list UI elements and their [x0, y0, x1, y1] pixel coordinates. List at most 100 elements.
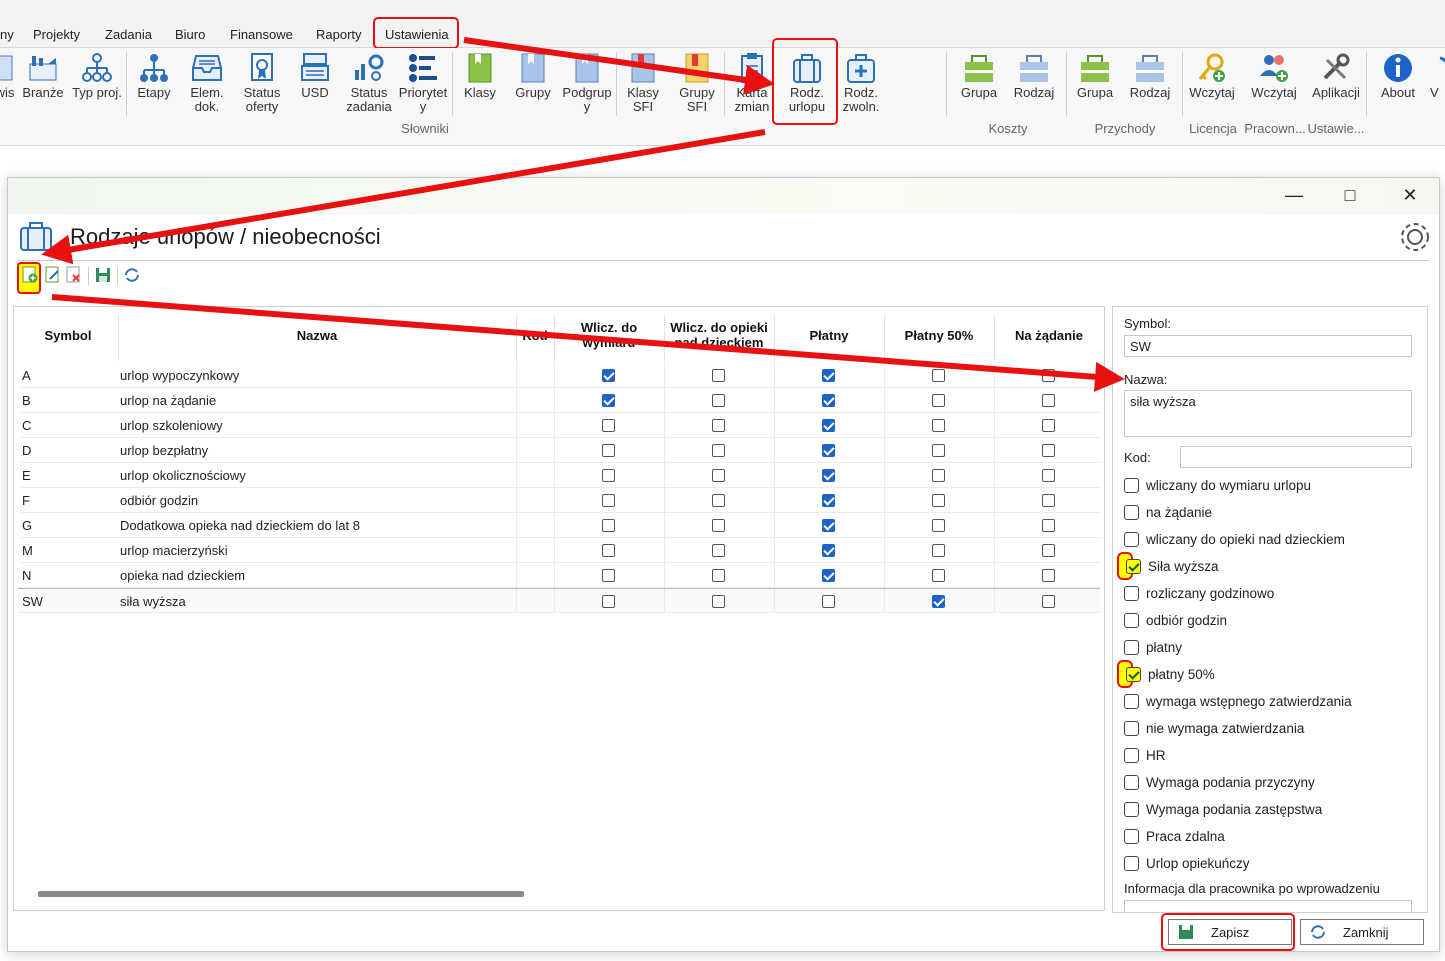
checkbox-box[interactable]	[1124, 478, 1139, 493]
close-icon[interactable]: ✕	[1400, 186, 1420, 206]
row-checkbox[interactable]	[602, 444, 615, 457]
row-checkbox[interactable]	[822, 369, 835, 382]
option-checkbox[interactable]: płatny 50%	[1117, 660, 1215, 688]
row-checkbox[interactable]	[712, 444, 725, 457]
table-row[interactable]: Durlop bezpłatny	[18, 438, 1100, 463]
checkbox-box[interactable]	[1124, 694, 1139, 709]
ribbon-button-wis[interactable]: wis	[0, 50, 16, 120]
row-checkbox[interactable]	[712, 469, 725, 482]
menu-item-raporty[interactable]: Raporty	[316, 27, 362, 42]
row-checkbox[interactable]	[602, 494, 615, 507]
row-checkbox[interactable]	[712, 519, 725, 532]
ribbon-button-aplikacji[interactable]: Aplikacji	[1306, 50, 1366, 120]
row-checkbox[interactable]	[822, 444, 835, 457]
table-row[interactable]: SW siła wyższa	[18, 588, 1100, 613]
row-checkbox[interactable]	[932, 444, 945, 457]
save-icon[interactable]	[94, 266, 112, 284]
row-checkbox[interactable]	[712, 595, 725, 608]
row-checkbox[interactable]	[602, 394, 615, 407]
minimize-icon[interactable]: —	[1284, 186, 1304, 206]
edit-record-icon[interactable]	[44, 266, 62, 284]
row-checkbox[interactable]	[1042, 444, 1055, 457]
column-header-platny-50[interactable]: Płatny 50%	[884, 311, 994, 359]
ribbon-button-klasy-sfi[interactable]: Klasy SFI	[620, 50, 666, 120]
column-header-wlicz-wymiaru[interactable]: Wlicz. do wymiaru	[554, 311, 664, 359]
ribbon-button-podgrupy[interactable]: Podgrup y	[560, 50, 614, 120]
ribbon-button-about[interactable]: About	[1372, 50, 1424, 120]
checkbox-box[interactable]	[1126, 559, 1141, 574]
checkbox-box[interactable]	[1124, 586, 1139, 601]
row-checkbox[interactable]	[932, 369, 945, 382]
maximize-icon[interactable]: □	[1340, 186, 1360, 206]
info-field[interactable]	[1124, 900, 1412, 912]
row-checkbox[interactable]	[712, 569, 725, 582]
checkbox-box[interactable]	[1124, 748, 1139, 763]
column-header-platny[interactable]: Płatny	[774, 311, 884, 359]
row-checkbox[interactable]	[1042, 595, 1055, 608]
row-checkbox[interactable]	[1042, 519, 1055, 532]
ribbon-button-grupy[interactable]: Grupy	[510, 50, 556, 120]
refresh-icon[interactable]	[123, 266, 141, 284]
row-checkbox[interactable]	[822, 494, 835, 507]
row-checkbox[interactable]	[1042, 544, 1055, 557]
menu-item-finansowe[interactable]: Finansowe	[230, 27, 293, 42]
checkbox-box[interactable]	[1124, 721, 1139, 736]
column-header-wlicz-opieki[interactable]: Wlicz. do opieki nad dzieckiem	[664, 311, 774, 359]
ribbon-button-koszty-grupa[interactable]: Grupa	[954, 50, 1004, 120]
column-header-nazwa[interactable]: Nazwa	[118, 311, 516, 359]
checkbox-box[interactable]	[1124, 775, 1139, 790]
checkbox-box[interactable]	[1124, 532, 1139, 547]
table-row[interactable]: Aurlop wypoczynkowy	[18, 363, 1100, 388]
ribbon-button-elem-dok[interactable]: Elem. dok.	[184, 50, 230, 120]
menu-item-zadania[interactable]: Zadania	[105, 27, 152, 42]
row-checkbox[interactable]	[602, 419, 615, 432]
close-button[interactable]: Zamknij	[1300, 919, 1424, 945]
ribbon-button-grupy-sfi[interactable]: Grupy SFI	[674, 50, 720, 120]
table-row[interactable]: G Dodatkowa opieka nad dzieckiem do lat 8	[18, 513, 1100, 538]
row-checkbox[interactable]	[822, 419, 835, 432]
menu-item-partial[interactable]: ny	[0, 27, 14, 42]
row-checkbox[interactable]	[822, 544, 835, 557]
column-header-kod[interactable]: Kod	[516, 311, 554, 359]
checkbox-box[interactable]	[1124, 613, 1139, 628]
row-checkbox[interactable]	[1042, 569, 1055, 582]
row-checkbox[interactable]	[932, 519, 945, 532]
ribbon-button-priorytety[interactable]: Priorytet y	[398, 50, 448, 120]
ribbon-button-status-zadania[interactable]: Status zadania	[344, 50, 394, 120]
ribbon-button-typ-proj[interactable]: Typ proj.	[70, 50, 124, 120]
delete-record-icon[interactable]	[65, 266, 83, 284]
column-header-na-zadanie[interactable]: Na żądanie	[994, 311, 1104, 359]
symbol-field[interactable]: SW	[1124, 335, 1412, 357]
ribbon-button-branze[interactable]: Branże	[20, 50, 66, 120]
row-checkbox[interactable]	[712, 394, 725, 407]
row-checkbox[interactable]	[932, 419, 945, 432]
row-checkbox[interactable]	[822, 469, 835, 482]
ribbon-button-usd[interactable]: USD	[292, 50, 338, 120]
table-row[interactable]: Burlop na żądanie	[18, 388, 1100, 413]
checkbox-box[interactable]	[1124, 505, 1139, 520]
add-record-icon[interactable]	[21, 266, 39, 284]
kod-field[interactable]	[1180, 446, 1412, 468]
row-checkbox[interactable]	[712, 544, 725, 557]
menu-item-projekty[interactable]: Projekty	[33, 27, 80, 42]
ribbon-button-pracown-wczytaj[interactable]: Wczytaj	[1246, 50, 1302, 120]
ribbon-button-przychody-grupa[interactable]: Grupa	[1070, 50, 1120, 120]
ribbon-button-status-oferty[interactable]: Status oferty	[238, 50, 286, 120]
row-checkbox[interactable]	[602, 595, 615, 608]
row-checkbox[interactable]	[932, 394, 945, 407]
row-checkbox[interactable]	[1042, 369, 1055, 382]
row-checkbox[interactable]	[602, 469, 615, 482]
column-header-symbol[interactable]: Symbol	[18, 311, 118, 359]
table-row[interactable]: Eurlop okolicznościowy	[18, 463, 1100, 488]
ribbon-button-etapy[interactable]: Etapy	[132, 50, 176, 120]
row-checkbox[interactable]	[712, 494, 725, 507]
row-checkbox[interactable]	[602, 544, 615, 557]
menu-item-biuro[interactable]: Biuro	[175, 27, 205, 42]
row-checkbox[interactable]	[1042, 419, 1055, 432]
row-checkbox[interactable]	[712, 369, 725, 382]
row-checkbox[interactable]	[712, 419, 725, 432]
ribbon-button-rodz-zwoln[interactable]: Rodz. zwoln.	[836, 50, 886, 120]
checkbox-box[interactable]	[1124, 829, 1139, 844]
row-checkbox[interactable]	[822, 394, 835, 407]
table-row[interactable]: Nopieka nad dzieckiem	[18, 563, 1100, 588]
